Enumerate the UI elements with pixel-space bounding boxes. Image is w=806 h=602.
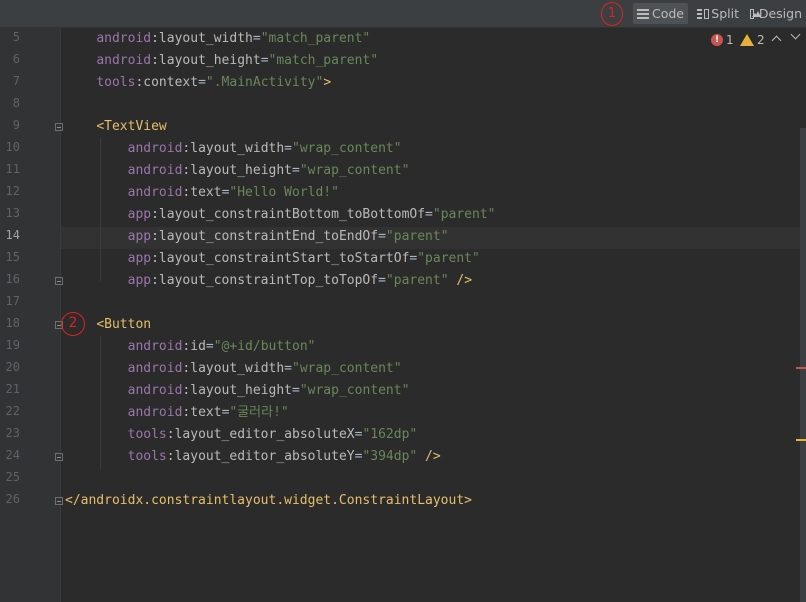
line-number: 21: [5, 382, 20, 396]
code-line[interactable]: android:layout_width="match_parent": [65, 28, 806, 50]
line-number: 11: [5, 162, 20, 176]
code-view-label: Code: [651, 6, 684, 21]
line-number: 16: [5, 272, 20, 286]
warning-count: 2: [757, 33, 765, 47]
error-stripe-mark[interactable]: [796, 367, 806, 369]
editor-toolbar: 1 Code Split Design: [0, 0, 806, 28]
code-line[interactable]: app:layout_constraintStart_toStartOf="pa…: [65, 248, 806, 270]
code-view-icon: [637, 8, 649, 19]
line-number: 15: [5, 250, 20, 264]
line-number: 17: [5, 294, 20, 308]
line-number: 25: [5, 470, 20, 484]
line-number: 18: [5, 316, 20, 330]
error-icon: !: [711, 34, 723, 46]
code-line[interactable]: app:layout_constraintTop_toTopOf="parent…: [65, 270, 806, 292]
line-number: 10: [5, 140, 20, 154]
fold-icon[interactable]: [55, 453, 63, 461]
line-number-gutter: [0, 28, 61, 602]
annotation-1-label: 1: [607, 6, 617, 21]
code-line[interactable]: android:layout_height="wrap_content": [65, 160, 806, 182]
code-line[interactable]: <Button: [65, 314, 806, 336]
next-highlight-button[interactable]: [790, 29, 801, 40]
line-number: 5: [12, 30, 20, 44]
warning-icon: [740, 34, 754, 46]
code-line[interactable]: android:id="@+id/button": [65, 336, 806, 358]
code-line[interactable]: tools:layout_editor_absoluteX="162dp": [65, 424, 806, 446]
code-view-button[interactable]: Code: [633, 3, 688, 24]
code-line[interactable]: android:text="Hello World!": [65, 182, 806, 204]
line-number: 22: [5, 404, 20, 418]
code-line[interactable]: tools:context=".MainActivity">: [65, 72, 806, 94]
design-view-button[interactable]: Design: [746, 3, 806, 24]
arrow-up-icon: [771, 35, 782, 46]
code-line[interactable]: <TextView: [65, 116, 806, 138]
annotation-circle-2: 2: [61, 312, 85, 336]
code-line[interactable]: android:text="굴러라!": [65, 402, 806, 424]
fold-icon[interactable]: [55, 497, 63, 505]
code-line[interactable]: android:layout_height="wrap_content": [65, 380, 806, 402]
line-number: 9: [12, 118, 20, 132]
warning-indicator[interactable]: 2: [740, 33, 765, 47]
code-line[interactable]: android:layout_width="wrap_content": [65, 358, 806, 380]
vertical-scrollbar[interactable]: [800, 128, 806, 602]
code-line[interactable]: tools:layout_editor_absoluteY="394dp" />: [65, 446, 806, 468]
error-indicator[interactable]: ! 1: [711, 33, 734, 47]
line-number: 6: [12, 52, 20, 66]
line-number: 12: [5, 184, 20, 198]
annotation-2-label: 2: [68, 315, 78, 331]
line-number: 14: [5, 228, 20, 242]
code-line[interactable]: android:layout_height="match_parent": [65, 50, 806, 72]
fold-icon[interactable]: [55, 277, 63, 285]
design-view-label: Design: [758, 6, 802, 21]
line-number: 20: [5, 360, 20, 374]
code-line[interactable]: app:layout_constraintBottom_toBottomOf="…: [65, 204, 806, 226]
split-view-button[interactable]: Split: [693, 3, 743, 24]
line-number: 8: [12, 96, 20, 110]
code-line[interactable]: </androidx.constraintlayout.widget.Const…: [65, 490, 806, 512]
line-number: 7: [12, 74, 20, 88]
split-view-icon: [697, 8, 709, 19]
line-number: 13: [5, 206, 20, 220]
previous-highlight-button[interactable]: [771, 33, 782, 46]
warning-stripe-mark[interactable]: [796, 439, 806, 441]
code-line[interactable]: android:layout_width="wrap_content": [65, 138, 806, 160]
annotation-circle-1: 1: [601, 2, 623, 26]
line-number: 23: [5, 426, 20, 440]
line-number: 24: [5, 448, 20, 462]
line-number: 19: [5, 338, 20, 352]
code-line[interactable]: app:layout_constraintEnd_toEndOf="parent…: [65, 226, 806, 248]
design-view-icon: [750, 8, 761, 19]
line-number: 26: [5, 492, 20, 506]
split-view-label: Split: [711, 6, 739, 21]
fold-icon[interactable]: [55, 123, 63, 131]
error-count: 1: [726, 33, 734, 47]
